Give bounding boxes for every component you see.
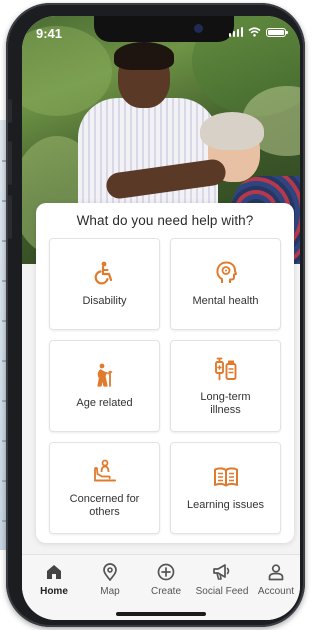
map-pin-icon — [103, 563, 117, 581]
camera-notch — [94, 16, 234, 42]
phone-frame: 9:41 What do you need help with? Disabil… — [6, 3, 305, 627]
option-long-term-illness[interactable]: Long-term illness — [170, 340, 281, 432]
plus-circle-icon — [157, 563, 175, 581]
option-learning-issues[interactable]: Learning issues — [170, 442, 281, 534]
app-screen: 9:41 What do you need help with? Disabil… — [22, 16, 300, 620]
battery-icon — [266, 28, 288, 37]
head-brain-icon — [215, 261, 237, 283]
option-label: Concerned for others — [69, 493, 140, 518]
tab-create[interactable]: Create — [138, 563, 194, 597]
tab-label: Account — [257, 586, 295, 597]
tab-account[interactable]: Account — [248, 563, 300, 597]
tab-social-feed[interactable]: Social Feed — [194, 563, 250, 597]
status-bar: 9:41 — [22, 16, 300, 50]
home-icon — [47, 565, 61, 579]
open-book-icon — [213, 467, 238, 487]
home-indicator — [116, 612, 206, 616]
bottom-tab-bar: Home Map Create Social Feed Account — [22, 554, 300, 620]
option-label: Learning issues — [186, 499, 265, 511]
help-card: What do you need help with? Disability M… — [36, 203, 294, 543]
elderly-cane-icon — [96, 363, 112, 387]
tab-label: Create — [150, 586, 181, 597]
signal-icon — [228, 27, 243, 37]
option-concerned-for-others[interactable]: Concerned for others — [49, 442, 160, 534]
caregiver-hands-icon — [93, 459, 116, 482]
help-title: What do you need help with? — [76, 213, 254, 228]
option-label: Age related — [76, 397, 133, 409]
option-disability[interactable]: Disability — [49, 238, 160, 330]
wifi-icon — [248, 27, 261, 37]
tab-label: Map — [100, 586, 120, 597]
megaphone-icon — [213, 564, 230, 580]
option-label: Long-term illness — [200, 391, 251, 416]
account-icon — [268, 564, 284, 581]
tab-map[interactable]: Map — [82, 563, 138, 597]
status-time: 9:41 — [36, 26, 63, 41]
option-age-related[interactable]: Age related — [49, 340, 160, 432]
option-mental-health[interactable]: Mental health — [170, 238, 281, 330]
medicine-iv-icon — [214, 357, 236, 381]
option-label: Disability — [82, 295, 127, 307]
tab-label: Home — [40, 586, 68, 597]
option-label: Mental health — [192, 295, 259, 307]
tab-home[interactable]: Home — [26, 563, 82, 597]
tab-label: Social Feed — [195, 586, 249, 597]
wheelchair-icon — [94, 261, 112, 285]
